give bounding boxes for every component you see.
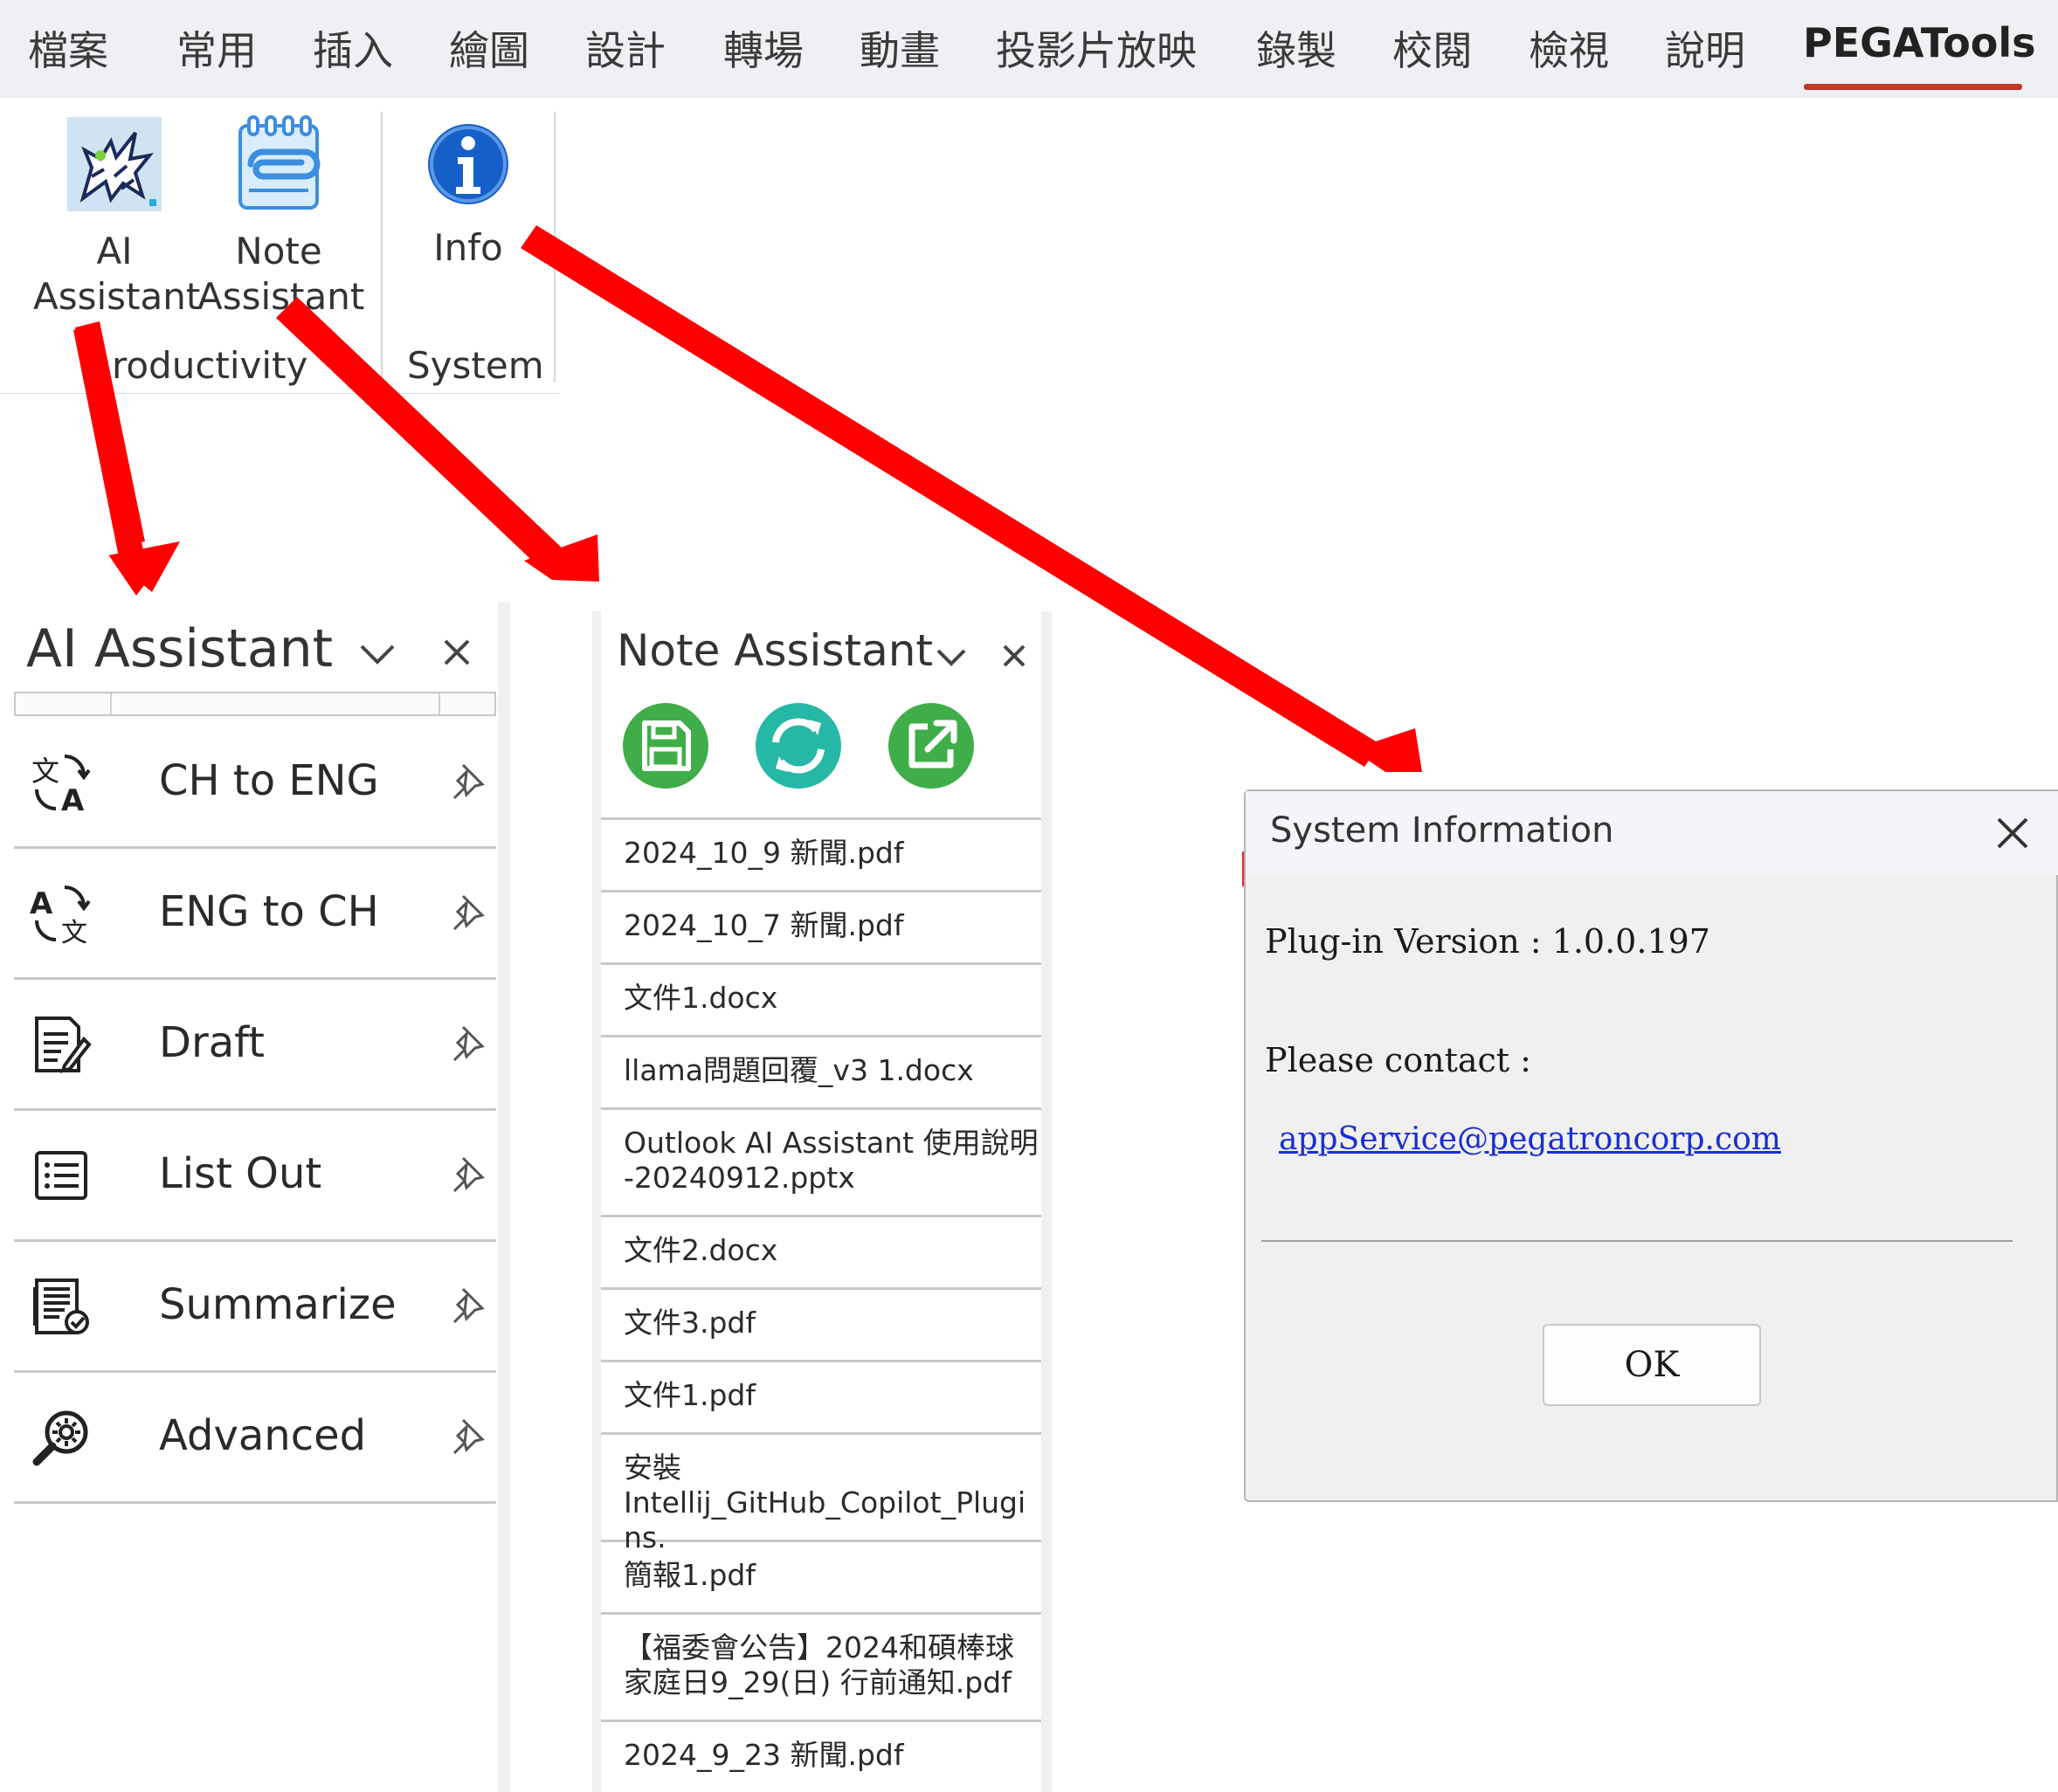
tab-transitions[interactable]: 轉場 <box>723 19 804 77</box>
plugin-version-text: Plug-in Version : 1.0.0.197 <box>1265 922 1710 961</box>
tab-record[interactable]: 錄製 <box>1256 19 1336 77</box>
tab-draw[interactable]: 繪圖 <box>449 19 529 77</box>
note-assistant-button[interactable]: Note Assistant <box>197 115 365 320</box>
chevron-down-icon[interactable] <box>358 641 397 667</box>
active-tab-indicator <box>1804 84 2022 90</box>
ai-item-draft[interactable]: Draft <box>14 982 496 1111</box>
close-icon[interactable] <box>442 638 472 667</box>
ribbon-group-separator <box>554 112 556 383</box>
open-external-icon[interactable] <box>887 702 975 789</box>
list-item[interactable]: 【福委會公告】2024和碩棒球 家庭日9_29(日) 行前通知.pdf <box>601 1612 1041 1720</box>
svg-text:文: 文 <box>31 755 59 788</box>
ai-item-eng-to-ch[interactable]: A 文 ENG to CH <box>14 851 496 980</box>
contact-email-link[interactable]: appService@pegatroncorp.com <box>1279 1121 1781 1157</box>
tab-pegatools[interactable]: PEGATools <box>1803 19 2036 66</box>
system-information-dialog: System Information Plug-in Version : 1.0… <box>1244 789 2058 1502</box>
close-icon[interactable] <box>1001 643 1027 669</box>
ai-item-label: Summarize <box>159 1280 397 1329</box>
note-assistant-label-2: Assistant <box>197 275 365 318</box>
ai-item-label: ENG to CH <box>159 887 379 936</box>
ribbon-group-separator <box>381 112 383 383</box>
summarize-icon <box>33 1279 89 1334</box>
pin-icon[interactable] <box>451 1024 486 1064</box>
ai-assistant-pane: AI Assistant 文 A CH to ENG A 文 ENG to CH <box>0 603 510 1792</box>
list-item[interactable]: llama問題回覆_v3 1.docx <box>601 1035 1041 1107</box>
list-item[interactable]: Outlook AI Assistant 使用說明 -20240912.pptx <box>601 1107 1041 1215</box>
note-file-list: 2024_10_9 新聞.pdf 2024_10_7 新聞.pdf 文件1.do… <box>601 817 1041 1792</box>
note-pane-title: Note Assistant <box>617 625 934 676</box>
notepad-clip-icon <box>238 115 321 210</box>
close-icon[interactable] <box>1988 809 2037 858</box>
group-label-productivity: roductivity <box>112 344 308 387</box>
ai-item-label: Advanced <box>159 1411 367 1460</box>
dialog-title: System Information <box>1270 810 1614 851</box>
list-item[interactable]: 2024_10_7 新聞.pdf <box>601 890 1041 962</box>
ai-assistant-label-2: Assistant <box>33 275 201 318</box>
red-arrow-icon <box>524 534 599 582</box>
tab-file[interactable]: 檔案 <box>28 19 108 77</box>
ai-pane-toolbar-strip <box>14 692 496 716</box>
pin-icon[interactable] <box>451 1285 486 1326</box>
ai-assistant-button[interactable]: AI Assistant <box>33 115 201 320</box>
contact-label: Please contact : <box>1265 1041 1531 1079</box>
note-assistant-label-1: Note <box>235 230 322 272</box>
pin-icon[interactable] <box>451 762 486 802</box>
list-item[interactable]: 2024_10_9 新聞.pdf <box>601 817 1041 890</box>
ai-pane-title: AI Assistant <box>26 618 334 679</box>
group-label-system: System <box>407 344 544 387</box>
ok-button[interactable]: OK <box>1543 1324 1761 1406</box>
dialog-title-bar: System Information <box>1246 791 2058 875</box>
tab-help[interactable]: 說明 <box>1665 19 1745 77</box>
svg-text:文: 文 <box>61 918 87 945</box>
ai-item-summarize[interactable]: Summarize <box>14 1244 496 1373</box>
chevron-down-icon[interactable] <box>935 646 968 669</box>
ai-item-list-out[interactable]: List Out <box>14 1113 496 1242</box>
ai-item-label: Draft <box>159 1018 265 1067</box>
info-button[interactable]: Info <box>402 121 535 271</box>
list-item[interactable]: 文件1.pdf <box>601 1360 1041 1432</box>
refresh-icon[interactable] <box>755 702 842 789</box>
draft-icon <box>35 1017 92 1073</box>
dialog-separator <box>1261 1240 2013 1242</box>
list-item[interactable]: 文件3.pdf <box>601 1287 1041 1360</box>
list-item[interactable]: 簡報1.pdf <box>601 1540 1041 1612</box>
tab-design[interactable]: 設計 <box>585 19 666 77</box>
translate-eng-ch-icon: A 文 <box>30 886 91 945</box>
ai-item-label: List Out <box>159 1149 322 1198</box>
ribbon-body: AI Assistant Note Assistant Info roducti… <box>0 98 2058 395</box>
pegasus-icon <box>67 117 162 211</box>
pin-icon[interactable] <box>451 1416 486 1457</box>
translate-ch-eng-icon: 文 A <box>31 755 91 814</box>
ai-item-ch-to-eng[interactable]: 文 A CH to ENG <box>14 720 496 849</box>
info-icon <box>428 124 508 204</box>
pin-icon[interactable] <box>451 893 486 933</box>
list-item[interactable]: 安裝 Intellij_GitHub_Copilot_Plugins. <box>601 1432 1041 1554</box>
tab-animations[interactable]: 動畫 <box>860 19 940 77</box>
tab-home[interactable]: 常用 <box>176 19 257 77</box>
info-label: Info <box>433 226 503 269</box>
svg-text:A: A <box>30 886 53 921</box>
pin-icon[interactable] <box>451 1154 486 1195</box>
list-item[interactable]: 文件2.docx <box>601 1215 1041 1287</box>
tab-review[interactable]: 校閱 <box>1392 19 1473 77</box>
list-item[interactable]: 文件1.docx <box>601 962 1041 1035</box>
red-arrow-icon <box>108 541 180 592</box>
ai-item-advanced[interactable]: Advanced <box>14 1375 496 1504</box>
tab-view[interactable]: 檢視 <box>1529 19 1609 77</box>
tab-slideshow[interactable]: 投影片放映 <box>996 19 1197 77</box>
advanced-settings-icon <box>32 1410 88 1466</box>
save-icon[interactable] <box>622 702 709 789</box>
list-icon <box>35 1151 87 1200</box>
tab-insert[interactable]: 插入 <box>313 19 393 77</box>
svg-text:A: A <box>61 783 85 814</box>
red-arrow-icon <box>1352 728 1422 772</box>
ai-item-label: CH to ENG <box>159 756 379 805</box>
ai-assistant-label-1: AI <box>96 230 133 272</box>
ribbon-tab-bar: 檔案 常用 插入 繪圖 設計 轉場 動畫 投影片放映 錄製 校閱 檢視 說明 P… <box>0 0 2058 98</box>
list-item[interactable]: 2024_9_23 新聞.pdf <box>601 1720 1041 1792</box>
